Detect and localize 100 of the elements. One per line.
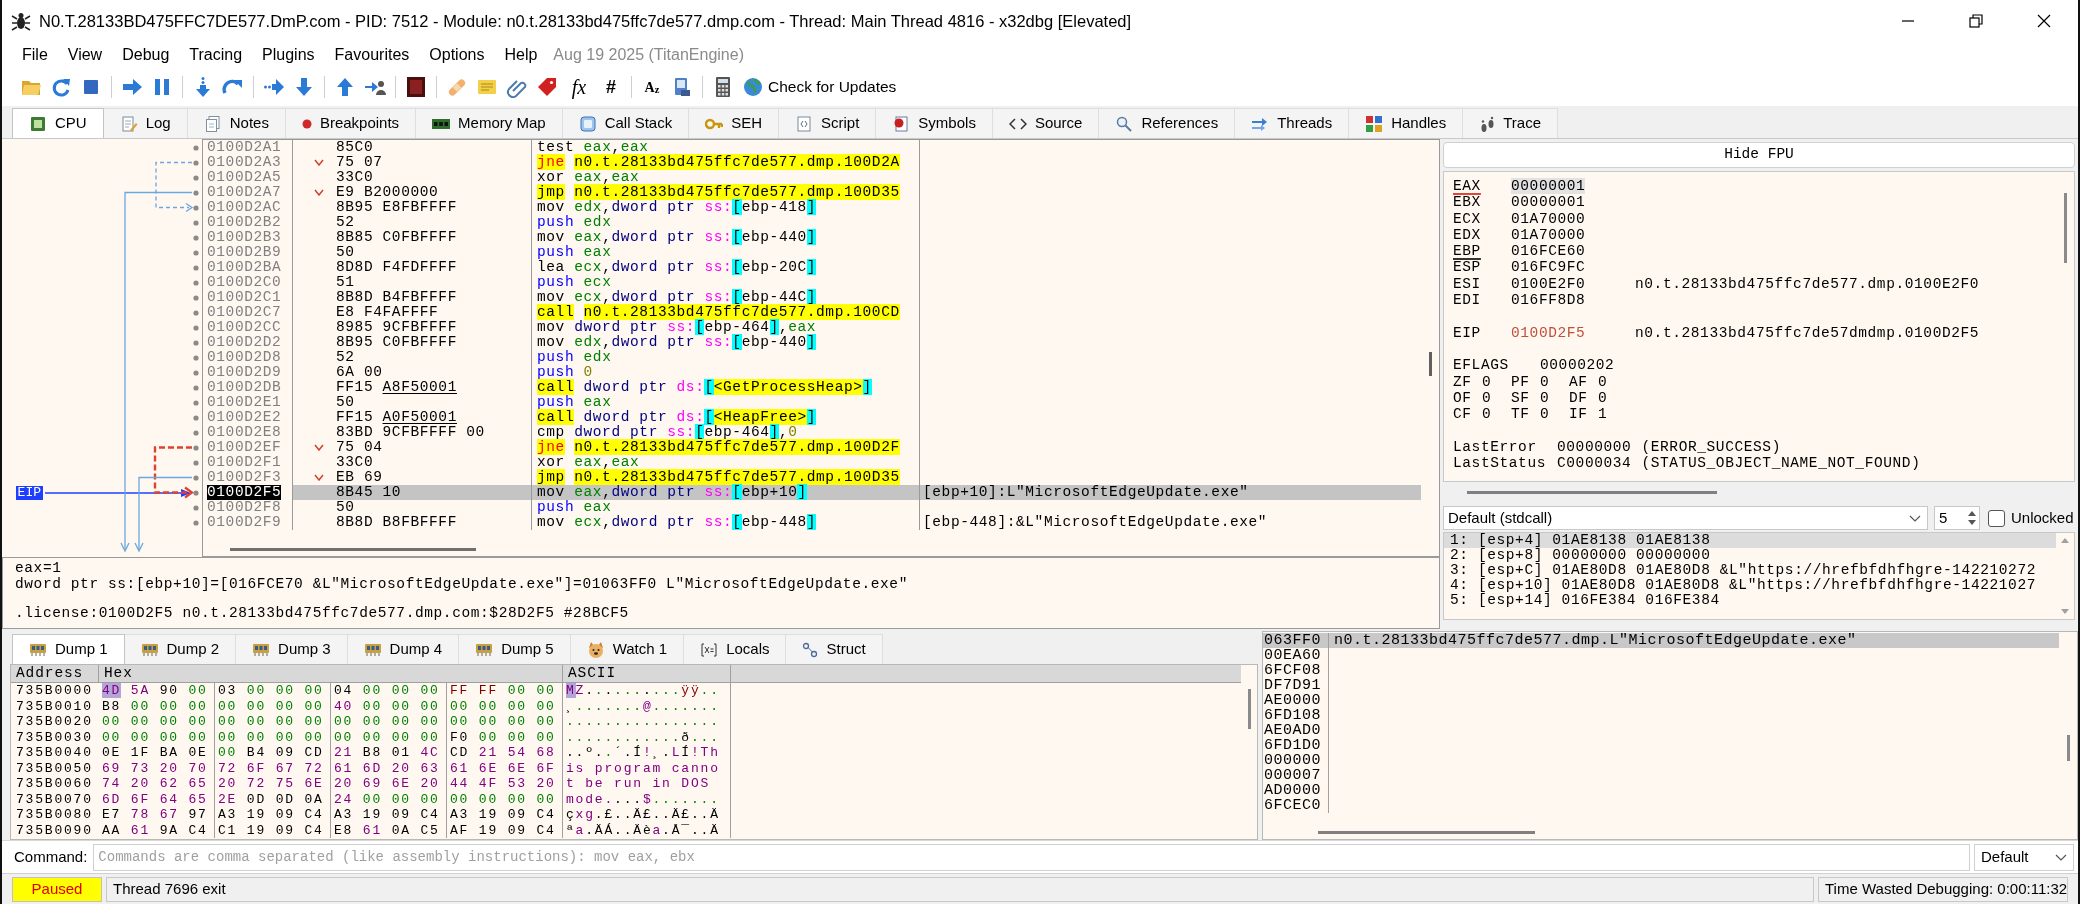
address[interactable]: 0100D2E1	[207, 395, 282, 410]
register-value[interactable]: 01A70000	[1511, 226, 1586, 243]
row-highlight[interactable]: 063FF0 n0.t.28133bd475ffc7de577.dmp.L"MicrosoftEdgeUpdate.exe"	[1263, 633, 2059, 648]
menu-item[interactable]: Options	[419, 43, 495, 67]
hide-fpu-button[interactable]: Hide FPU	[1443, 142, 2075, 168]
dot-icon[interactable]	[193, 519, 199, 526]
scroll-down-icon[interactable]	[2060, 609, 2070, 615]
dotted-arrow-right-icon[interactable]	[263, 76, 285, 98]
address[interactable]: DF7D91	[1263, 678, 1329, 693]
column-header[interactable]: ASCII	[563, 665, 731, 682]
dot-icon[interactable]	[193, 234, 199, 241]
argument-entry[interactable]: 5: [esp+14] 016FE384 016FE384	[1444, 593, 2056, 608]
tab[interactable]: References	[1099, 108, 1236, 138]
tab[interactable]: Log	[103, 108, 188, 138]
address[interactable]: 0100D2A5	[207, 170, 282, 185]
address[interactable]: 0100D2C0	[207, 275, 282, 290]
scrollbar-thumb[interactable]	[1428, 352, 1432, 376]
column-header[interactable]: Address	[11, 665, 99, 682]
register-value[interactable]: 00000202	[1540, 357, 1615, 374]
dot-icon[interactable]	[193, 264, 199, 271]
address[interactable]: 000007	[1263, 768, 1329, 783]
tab[interactable]: Dump 1	[12, 634, 125, 664]
arrow-right-icon[interactable]	[121, 76, 143, 98]
tab[interactable]: Call Stack	[562, 108, 690, 138]
address[interactable]: 000000	[1263, 753, 1329, 768]
address[interactable]: 735B0050	[11, 760, 99, 776]
row-highlight[interactable]: 0100D2F5 8B45 10 mov eax,dword ptr ss:[ebp+10] [ebp+10]:L"MicrosoftEdgeUpdate.exe"	[203, 485, 1421, 500]
flag-value[interactable]: 0	[1540, 373, 1550, 390]
flag-value[interactable]: 0	[1598, 389, 1608, 407]
toolbar-button[interactable]: A$_{z}$	[641, 75, 663, 99]
dot-icon[interactable]	[193, 504, 199, 511]
address[interactable]: 0100D2D8	[207, 350, 282, 365]
scrollbar-thumb[interactable]	[2063, 193, 2067, 263]
tab[interactable]: Notes	[187, 108, 286, 138]
register-value[interactable]: 016FF8D8	[1511, 292, 1586, 309]
address[interactable]: 0100D2E2	[207, 410, 282, 425]
address[interactable]: 0100D2A3	[207, 155, 282, 170]
address[interactable]: 0100D2F8	[207, 500, 282, 515]
dot-icon[interactable]	[193, 159, 199, 166]
address[interactable]: 6FD108	[1263, 708, 1329, 723]
menu-item[interactable]: Help	[494, 43, 548, 67]
address[interactable]: 6FCEC0	[1263, 798, 1329, 813]
address[interactable]: 0100D2E8	[207, 425, 282, 440]
dot-icon[interactable]	[193, 249, 199, 256]
address[interactable]: 0100D2DB	[207, 380, 282, 395]
tab[interactable]: Handles	[1349, 108, 1464, 138]
address[interactable]: 0100D2D9	[207, 365, 282, 380]
toolbar-button[interactable]: fx	[566, 75, 592, 99]
dot-icon[interactable]	[193, 174, 199, 181]
address[interactable]: 0100D2AC	[207, 200, 282, 215]
address[interactable]: AD0000	[1263, 783, 1329, 798]
argument-entry[interactable]: 2: [esp+8] 00000000 00000000	[1444, 548, 2056, 563]
address[interactable]: 0100D2F1	[207, 455, 282, 470]
register-value[interactable]: C0000034	[1557, 455, 1632, 472]
tab[interactable]: CPU	[12, 108, 104, 138]
address[interactable]: 0100D2A1	[207, 140, 282, 155]
address[interactable]: 735B0000	[11, 683, 99, 699]
address[interactable]: 0100D2B3	[207, 230, 282, 245]
dot-icon[interactable]	[193, 219, 199, 226]
menu-item[interactable]: View	[57, 43, 113, 67]
scrollbar-thumb[interactable]	[2066, 735, 2070, 761]
register-value[interactable]: 00000001	[1511, 194, 1586, 211]
dot-icon[interactable]	[193, 474, 199, 481]
address[interactable]: 0100D2F5	[207, 485, 282, 500]
flag-value[interactable]: 0	[1482, 406, 1492, 423]
dot-icon[interactable]	[193, 414, 199, 421]
address[interactable]: 735B0010	[11, 698, 99, 714]
dot-icon[interactable]	[193, 444, 199, 451]
address[interactable]: 0100D2C1	[207, 290, 282, 305]
register-value[interactable]: 00000001	[1511, 178, 1586, 194]
address[interactable]: 0100D2F9	[207, 515, 282, 530]
checkbox[interactable]	[1988, 509, 2005, 527]
dot-icon[interactable]	[193, 204, 199, 211]
address[interactable]: 0100D2C7	[207, 305, 282, 320]
dot-icon[interactable]	[193, 144, 199, 151]
tag-icon[interactable]	[536, 76, 558, 98]
register-value[interactable]: 00000000	[1557, 438, 1632, 456]
tab[interactable]: SEH	[689, 108, 779, 138]
menu-item[interactable]: Favourites	[324, 43, 420, 67]
dot-icon[interactable]	[193, 294, 199, 301]
register-value[interactable]: 016FCE60	[1511, 243, 1586, 260]
argument-entry[interactable]: 3: [esp+C] 01AE80D8 01AE80D8 &L"https://hrefbfdhfhgre-142210272	[1444, 563, 2056, 578]
address[interactable]: 0100D2BA	[207, 260, 282, 275]
scrollbar-thumb[interactable]	[1318, 830, 1535, 834]
tab[interactable]: Memory Map	[416, 108, 563, 138]
address[interactable]: 735B0090	[11, 822, 99, 838]
scrollbar-thumb[interactable]	[1467, 490, 1717, 494]
dot-icon[interactable]	[193, 309, 199, 316]
address[interactable]: 00EA60	[1263, 648, 1329, 663]
tab[interactable]: Trace	[1463, 108, 1558, 138]
dot-icon[interactable]	[193, 324, 199, 331]
dot-icon[interactable]	[193, 339, 199, 346]
restart-icon[interactable]	[50, 76, 72, 98]
address[interactable]: 0100D2F3	[207, 470, 282, 485]
dot-icon[interactable]	[193, 399, 199, 406]
tab[interactable]: Watch 1	[570, 634, 685, 664]
address[interactable]: 0100D2EF	[207, 440, 282, 455]
address[interactable]: 6FCF08	[1263, 663, 1329, 678]
dot-icon[interactable]	[193, 429, 199, 436]
scrollbar-thumb[interactable]	[1247, 689, 1251, 729]
